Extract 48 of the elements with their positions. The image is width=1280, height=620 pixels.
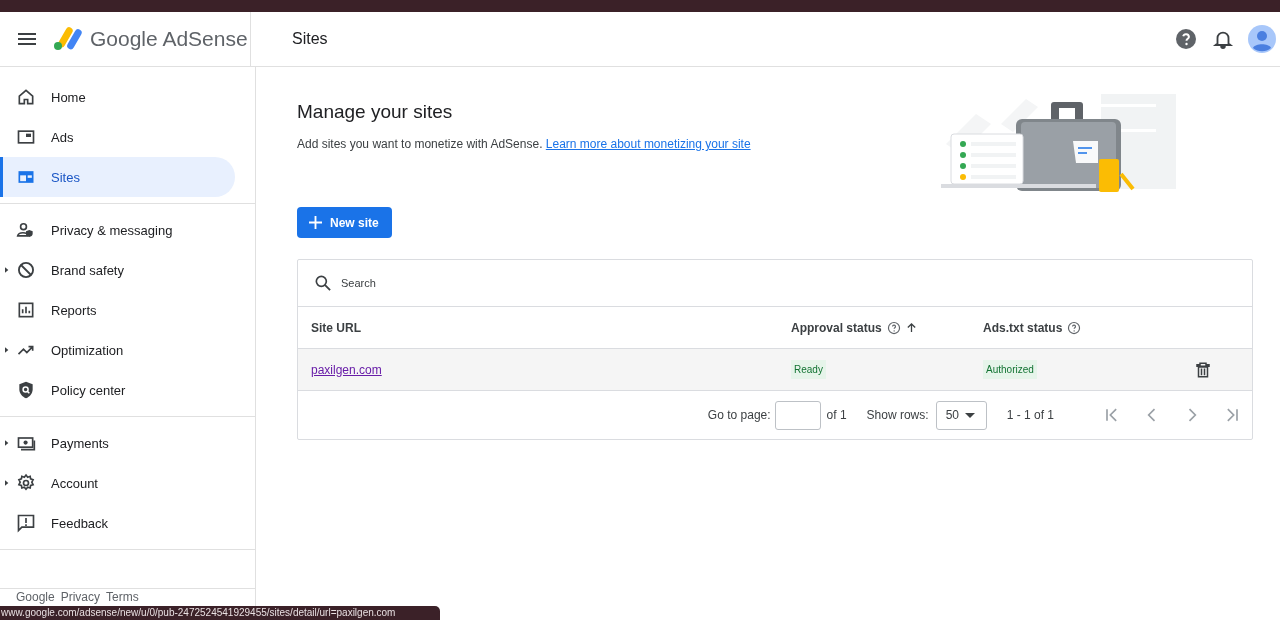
logo-icon — [53, 27, 83, 51]
avatar-icon[interactable] — [1248, 25, 1276, 53]
shield-search-icon — [16, 380, 36, 400]
search-icon — [313, 273, 333, 293]
column-header[interactable]: Ads.txt status — [983, 320, 1063, 335]
bar-chart-icon — [16, 300, 36, 320]
person-shield-icon — [16, 220, 36, 240]
column-header[interactable]: Site URL — [311, 320, 361, 335]
sidebar-item[interactable]: Privacy & messaging — [0, 210, 235, 250]
page-heading: Manage your sites — [297, 101, 454, 123]
status-badge: Ready — [791, 360, 826, 379]
help-icon[interactable] — [1174, 27, 1198, 51]
sidebar-item[interactable]: Optimization — [0, 330, 235, 370]
page-number-field[interactable] — [774, 400, 821, 430]
status-url-text: www.google.com/adsense/new/u/0/pub-2472524541929455/sites/detail/url=paxilgen.com — [0, 606, 397, 620]
range-text: 1 - 1 of 1 — [1006, 408, 1054, 422]
sidebar-item[interactable]: Account — [0, 463, 235, 503]
sidebar-item[interactable]: Ads — [0, 117, 235, 157]
sidebar-item[interactable]: Brand safety — [0, 250, 235, 290]
ad-icon — [16, 127, 36, 147]
new-site-button[interactable]: New site — [297, 207, 392, 238]
site-link[interactable]: paxilgen.com — [311, 362, 382, 377]
page-count: of 1 — [826, 408, 847, 422]
description-text: Add sites you want to monetize with AdSense. Learn more about monetizing your site — [297, 137, 751, 151]
sidebar-item[interactable]: Feedback — [0, 503, 235, 543]
sidebar-item[interactable]: Reports — [0, 290, 235, 330]
home-icon — [16, 87, 36, 107]
plus-icon — [309, 216, 322, 229]
delete-icon[interactable] — [1194, 360, 1212, 379]
page-label: Go to page: — [707, 408, 771, 422]
gear-icon — [16, 473, 36, 493]
rows-label: Show rows: — [866, 408, 929, 422]
learn-more-link[interactable]: Learn more about monetizing your site — [545, 137, 751, 151]
sort-arrow-icon[interactable] — [905, 322, 917, 333]
sidebar-item[interactable]: Sites — [0, 157, 235, 197]
help-icon[interactable] — [1067, 320, 1082, 335]
feedback-icon — [16, 513, 36, 533]
page-title: Sites — [292, 30, 328, 48]
dropdown-arrow-icon — [965, 412, 975, 418]
column-header[interactable]: Approval status — [791, 320, 882, 335]
sidebar-item[interactable]: Payments — [0, 423, 235, 463]
rows-per-page-dropdown[interactable]: 50 — [935, 400, 987, 430]
status-badge: Authorized — [983, 360, 1037, 379]
blocked-icon — [16, 260, 36, 280]
sidebar-item[interactable]: Home — [0, 77, 235, 117]
help-icon[interactable] — [886, 320, 901, 335]
sidebar-item[interactable]: Policy center — [0, 370, 235, 410]
product-name: Google AdSense — [90, 27, 248, 51]
